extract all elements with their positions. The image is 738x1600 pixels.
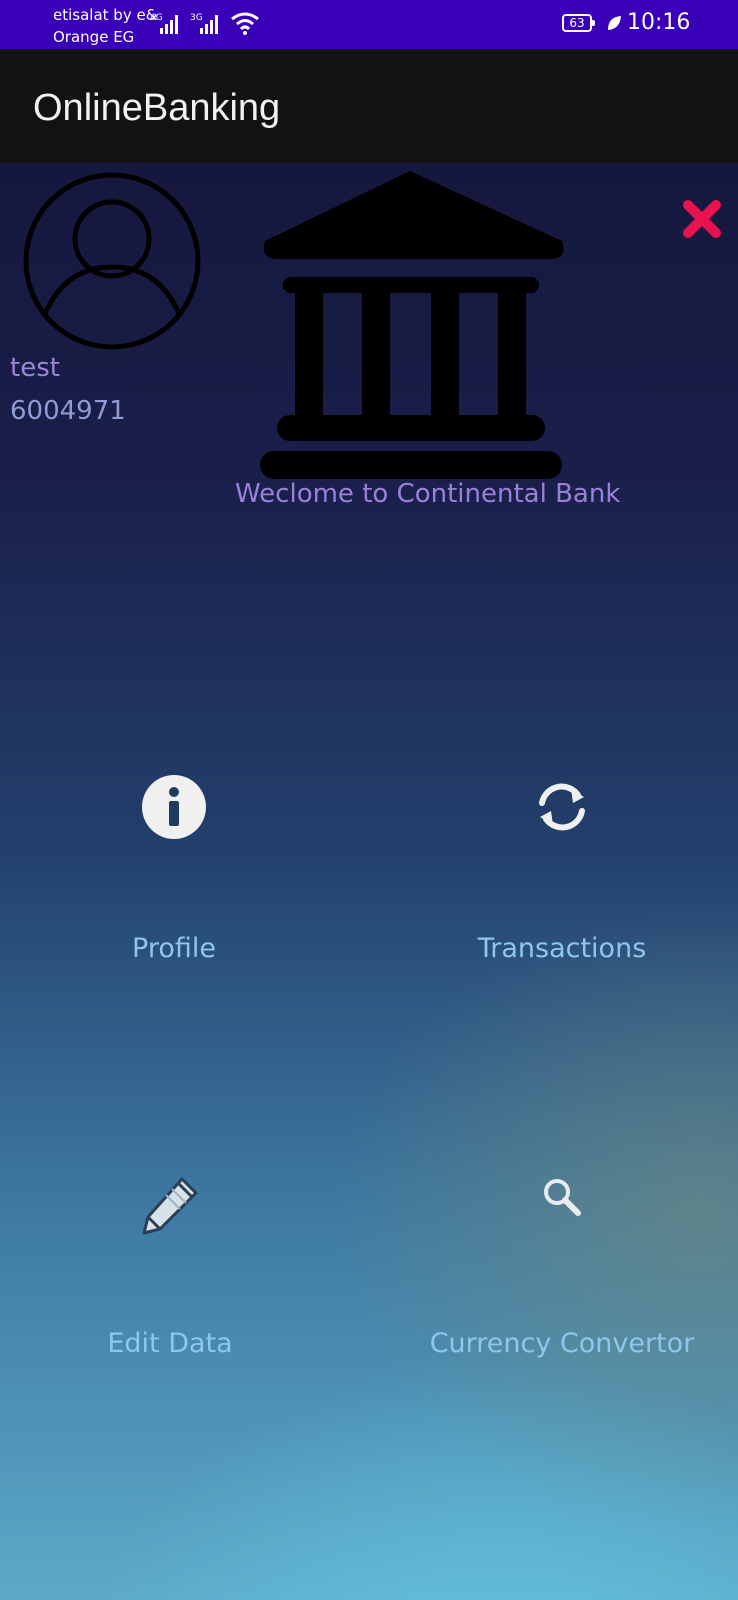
bank-icon bbox=[260, 171, 564, 479]
menu-item-label: Transactions bbox=[477, 933, 647, 964]
leaf-icon bbox=[608, 16, 621, 30]
network-type-3g: 3G bbox=[190, 13, 203, 23]
search-icon bbox=[544, 1179, 581, 1216]
menu-item-transactions[interactable]: Transactions bbox=[412, 773, 712, 983]
cell-signal-icon: 4G bbox=[150, 13, 178, 34]
info-icon bbox=[142, 775, 206, 839]
menu-item-profile[interactable]: Profile bbox=[24, 773, 324, 983]
menu-item-label: Profile bbox=[132, 933, 216, 964]
welcome-message: Weclome to Continental Bank bbox=[235, 479, 621, 509]
carrier-name: etisalat by e& bbox=[53, 6, 158, 24]
drawer-content: test 6004971 Weclome to Continental Bank… bbox=[0, 163, 738, 1600]
menu-item-label: Currency Convertor bbox=[429, 1328, 695, 1359]
account-number: 6004971 bbox=[10, 396, 126, 426]
user-name: test bbox=[10, 353, 60, 383]
wifi-icon bbox=[231, 12, 259, 35]
menu-item-currency-convertor[interactable]: Currency Convertor bbox=[412, 1173, 712, 1383]
carrier-name-secondary: Orange EG bbox=[53, 28, 135, 46]
pencil-icon bbox=[142, 1177, 198, 1235]
network-type-4g: 4G bbox=[150, 13, 163, 23]
app-bar: OnlineBanking bbox=[0, 49, 738, 163]
avatar-icon bbox=[23, 172, 201, 350]
menu-item-edit-data[interactable]: Edit Data bbox=[20, 1173, 320, 1383]
refresh-icon bbox=[539, 783, 585, 831]
battery-icon: 63 bbox=[562, 14, 595, 32]
menu-item-label: Edit Data bbox=[107, 1328, 233, 1359]
app-title: OnlineBanking bbox=[33, 87, 281, 129]
cell-signal-icon-2: 3G bbox=[190, 13, 218, 34]
status-bar: etisalat by e& Orange EG 4G 3G 63 10:16 bbox=[0, 0, 738, 49]
close-icon[interactable] bbox=[682, 199, 722, 239]
clock: 10:16 bbox=[627, 10, 691, 35]
